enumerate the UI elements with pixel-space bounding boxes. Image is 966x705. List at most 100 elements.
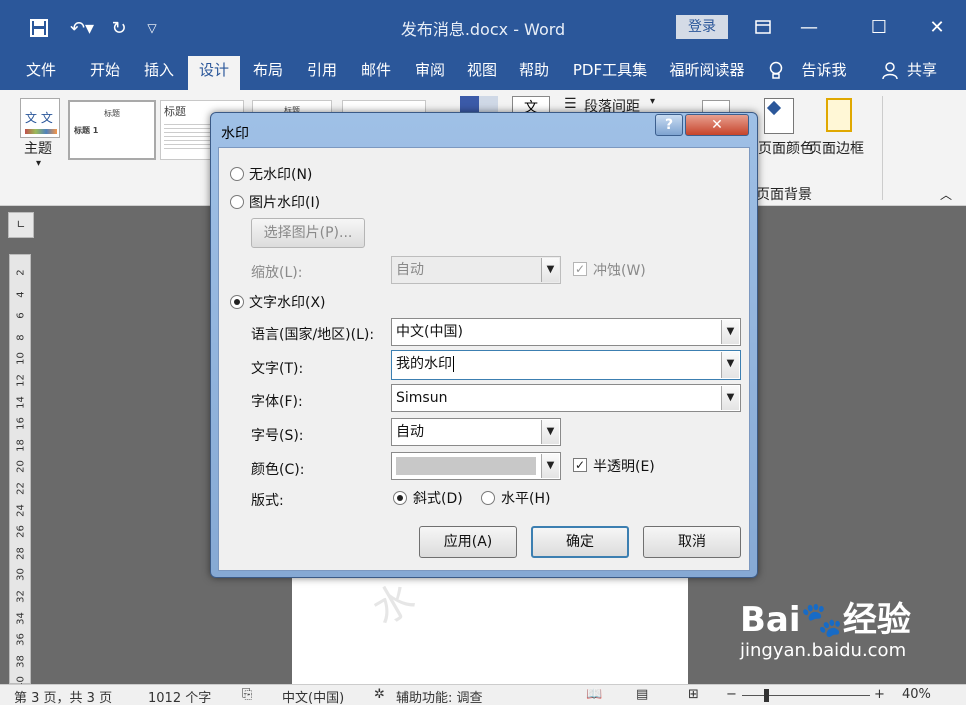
- page-color-icon[interactable]: [764, 98, 794, 134]
- page-color-button[interactable]: 页面颜色: [758, 138, 814, 158]
- diagonal-label[interactable]: 斜式(D): [413, 488, 463, 508]
- dialog-close-button[interactable]: ✕: [685, 114, 749, 136]
- no-watermark-radio[interactable]: [230, 167, 244, 181]
- print-layout-icon[interactable]: ▤: [636, 687, 648, 702]
- language-status[interactable]: 中文(中国): [282, 687, 344, 705]
- word-count[interactable]: 1012 个字: [148, 687, 211, 705]
- language-select[interactable]: 中文(中国) ▼: [391, 318, 741, 346]
- cancel-button[interactable]: 取消: [643, 526, 741, 558]
- zoom-in-icon[interactable]: +: [874, 687, 885, 702]
- read-mode-icon[interactable]: 📖: [586, 687, 602, 702]
- tab-mailings[interactable]: 邮件: [350, 56, 402, 90]
- paragraph-spacing-chevron-icon[interactable]: ▾: [650, 96, 655, 107]
- page-border-button[interactable]: 页面边框: [808, 138, 864, 158]
- semi-transparent-checkbox[interactable]: ✓: [573, 458, 587, 472]
- text-watermark-label[interactable]: 文字水印(X): [249, 292, 326, 312]
- customize-icon[interactable]: ▽: [142, 14, 162, 42]
- ruler-number: 24: [15, 503, 27, 517]
- scale-select[interactable]: 自动 ▼: [391, 256, 561, 284]
- login-button[interactable]: 登录: [676, 15, 728, 39]
- style-thumbnail-1[interactable]: 标题 标题 1: [68, 100, 156, 160]
- font-label: 字体(F):: [251, 394, 303, 410]
- picture-watermark-label[interactable]: 图片水印(I): [249, 192, 320, 212]
- zoom-level[interactable]: 40%: [902, 687, 931, 702]
- washout-checkbox[interactable]: ✓: [573, 262, 587, 276]
- tell-me-search[interactable]: 告诉我: [794, 56, 854, 90]
- ruler-number: 22: [15, 482, 27, 495]
- lightbulb-icon: [766, 56, 786, 90]
- horizontal-radio[interactable]: [481, 491, 495, 505]
- collapse-ribbon-icon[interactable]: ︿: [940, 186, 952, 203]
- theme-chevron-icon[interactable]: ▾: [36, 158, 41, 169]
- scale-value: 自动: [396, 262, 424, 278]
- accessibility-status[interactable]: 辅助功能: 调查: [396, 687, 483, 705]
- chevron-down-icon[interactable]: ▼: [541, 454, 559, 478]
- size-select[interactable]: 自动 ▼: [391, 418, 561, 446]
- ok-button[interactable]: 确定: [531, 526, 629, 558]
- horizontal-label[interactable]: 水平(H): [501, 488, 550, 508]
- font-select[interactable]: Simsun ▼: [391, 384, 741, 412]
- tab-view[interactable]: 视图: [456, 56, 508, 90]
- maximize-icon[interactable]: ☐: [856, 10, 902, 44]
- tab-selector-icon[interactable]: ∟: [8, 212, 34, 238]
- chevron-down-icon[interactable]: ▼: [721, 352, 739, 378]
- undo-icon[interactable]: ↶▾: [64, 14, 100, 42]
- chevron-down-icon[interactable]: ▼: [541, 420, 559, 444]
- document-page[interactable]: 水: [292, 566, 688, 684]
- select-picture-button[interactable]: 选择图片(P)...: [251, 218, 365, 248]
- tab-references[interactable]: 引用: [296, 56, 348, 90]
- tab-design[interactable]: 设计: [188, 56, 240, 90]
- title-bar: ↶▾ ↻ ▽ 发布消息.docx - Word 登录 — ☐ ✕: [0, 0, 966, 56]
- ruler-number: 38: [15, 654, 27, 668]
- picture-watermark-radio[interactable]: [230, 195, 244, 209]
- ruler-number: 2: [15, 269, 27, 276]
- text-input[interactable]: 我的水印 ▼: [391, 350, 741, 380]
- paw-icon: 🐾: [800, 600, 843, 640]
- page-border-icon[interactable]: [826, 98, 852, 132]
- ruler-number: 30: [15, 568, 27, 582]
- share-button[interactable]: 共享: [902, 56, 942, 90]
- semi-transparent-label[interactable]: 半透明(E): [593, 456, 655, 476]
- text-label: 文字(T):: [251, 361, 304, 377]
- theme-icon[interactable]: 文 文: [20, 98, 60, 138]
- user-icon[interactable]: [880, 56, 900, 90]
- theme-label[interactable]: 主题: [24, 138, 52, 158]
- no-watermark-label[interactable]: 无水印(N): [249, 164, 312, 184]
- color-select[interactable]: ▼: [391, 452, 561, 480]
- ruler-number: 34: [15, 611, 27, 625]
- diagonal-radio[interactable]: [393, 491, 407, 505]
- tab-file[interactable]: 文件: [14, 56, 68, 90]
- redo-icon[interactable]: ↻: [106, 14, 132, 42]
- tab-help[interactable]: 帮助: [508, 56, 560, 90]
- web-layout-icon[interactable]: ⊞: [688, 687, 699, 702]
- minimize-icon[interactable]: —: [786, 10, 832, 44]
- proofing-icon[interactable]: ⎘: [242, 687, 252, 702]
- close-icon[interactable]: ✕: [914, 10, 960, 44]
- text-watermark-radio[interactable]: [230, 295, 244, 309]
- ruler-number: 4: [15, 290, 27, 298]
- page-count[interactable]: 第 3 页，共 3 页: [14, 687, 112, 705]
- text-value: 我的水印: [396, 356, 452, 372]
- tab-home[interactable]: 开始: [78, 56, 132, 90]
- paragraph-spacing-icon: ☰: [564, 96, 577, 112]
- ribbon-display-icon[interactable]: [740, 10, 786, 44]
- tab-pdf-tools[interactable]: PDF工具集: [566, 56, 654, 90]
- chevron-down-icon[interactable]: ▼: [721, 386, 739, 410]
- help-button[interactable]: ?: [655, 114, 683, 136]
- washout-label[interactable]: 冲蚀(W): [593, 260, 646, 280]
- thumb-title: 标题: [104, 109, 120, 118]
- ruler-number: 26: [15, 525, 27, 539]
- chevron-down-icon[interactable]: ▼: [541, 258, 559, 282]
- tab-foxit-reader[interactable]: 福昕阅读器: [662, 56, 752, 90]
- tab-layout[interactable]: 布局: [242, 56, 294, 90]
- tab-review[interactable]: 审阅: [404, 56, 456, 90]
- tab-insert[interactable]: 插入: [132, 56, 186, 90]
- logo-brand: Bai: [740, 600, 801, 640]
- chevron-down-icon[interactable]: ▼: [721, 320, 739, 344]
- zoom-slider[interactable]: [742, 695, 870, 696]
- zoom-slider-thumb[interactable]: [764, 689, 769, 702]
- save-icon[interactable]: [26, 14, 52, 42]
- apply-button[interactable]: 应用(A): [419, 526, 517, 558]
- thumb-heading: 标题 1: [74, 126, 99, 135]
- zoom-out-icon[interactable]: −: [726, 687, 737, 702]
